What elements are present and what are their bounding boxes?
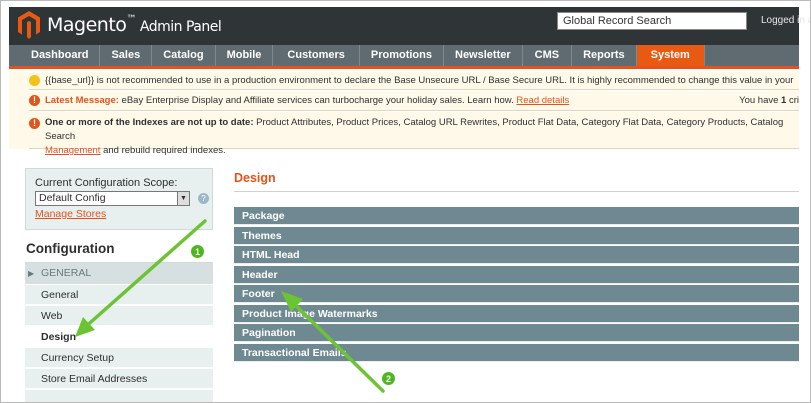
notice-strip <box>9 71 29 149</box>
sidebar-group-general[interactable]: ▶ GENERAL <box>25 263 213 284</box>
nav-mobile[interactable]: Mobile <box>216 45 274 66</box>
admin-header: Magento™Admin Panel Logged in a <box>9 7 810 45</box>
logged-in-label: Logged in a <box>761 15 811 26</box>
magento-logo-icon <box>18 11 40 39</box>
page-title: Design <box>234 171 276 185</box>
you-have-tail: cri <box>786 95 799 106</box>
chevron-down-icon: ▼ <box>177 192 189 205</box>
nav-reports[interactable]: Reports <box>572 45 637 66</box>
nav-customers[interactable]: Customers <box>273 45 360 66</box>
sidebar-item-currency-setup[interactable]: Currency Setup <box>25 348 213 368</box>
index-notice-label: One or more of the Indexes are not up to… <box>45 117 254 128</box>
nav-cms[interactable]: CMS <box>523 45 573 66</box>
section-themes[interactable]: Themes <box>234 227 799 245</box>
index-notice: ! One or more of the Indexes are not up … <box>29 112 799 156</box>
index-notice-tail: and rebuild required indexes. <box>100 145 226 156</box>
index-management-link[interactable]: Management <box>45 145 100 156</box>
section-package[interactable]: Package <box>234 207 799 225</box>
latest-message-notice: ! Latest Message: eBay Enterprise Displa… <box>29 91 799 111</box>
sidebar-item-partial <box>25 390 213 402</box>
you-have-text: You have <box>739 95 782 106</box>
nav-catalog[interactable]: Catalog <box>152 45 216 66</box>
section-header[interactable]: Header <box>234 266 799 284</box>
latest-message-label: Latest Message: <box>45 95 119 106</box>
latest-message-text: eBay Enterprise Display and Affiliate se… <box>118 95 517 106</box>
sidebar-item-store-email-addresses[interactable]: Store Email Addresses <box>25 369 213 389</box>
base-url-notice: {{base_url}} is not recommended to use i… <box>29 71 799 105</box>
section-product-image-watermarks[interactable]: Product Image Watermarks <box>234 305 799 323</box>
step-2-badge: 2 <box>381 371 396 386</box>
nav-dashboard[interactable]: Dashboard <box>9 45 101 66</box>
nav-newsletter[interactable]: Newsletter <box>444 45 523 66</box>
brand-name: Magento <box>47 14 127 36</box>
main-nav: Dashboard Sales Catalog Mobile Customers… <box>9 45 799 69</box>
section-footer[interactable]: Footer <box>234 285 799 303</box>
step-1-badge: 1 <box>190 244 205 259</box>
section-transactional-emails[interactable]: Transactional Emails <box>234 344 799 362</box>
alert-icon: ! <box>29 95 40 106</box>
app-subtitle: Admin Panel <box>139 19 222 35</box>
scope-label: Current Configuration Scope: <box>35 177 178 189</box>
config-scope-box: Current Configuration Scope: Default Con… <box>25 168 213 230</box>
title-divider <box>234 191 799 192</box>
section-html-head[interactable]: HTML Head <box>234 246 799 264</box>
lightbulb-icon <box>29 75 40 86</box>
section-pagination[interactable]: Pagination <box>234 324 799 342</box>
scope-selected-value: Default Config <box>39 192 106 204</box>
read-details-link[interactable]: Read details <box>516 95 569 106</box>
nav-promotions[interactable]: Promotions <box>360 45 444 66</box>
app-title: Magento™ Admin Panel <box>47 14 222 36</box>
sidebar-group-label: GENERAL <box>41 267 92 279</box>
sidebar-item-web[interactable]: Web <box>25 306 213 326</box>
screenshot-frame: Magento™Admin Panel Logged in a Dashboar… <box>0 0 811 403</box>
configuration-title: Configuration <box>25 237 213 263</box>
triangle-right-icon: ▶ <box>28 269 35 278</box>
global-search-input[interactable] <box>557 12 747 30</box>
sidebar-item-general[interactable]: General <box>25 285 213 305</box>
alert-icon: ! <box>29 118 40 129</box>
scope-select[interactable]: Default Config ▼ <box>35 191 190 206</box>
manage-stores-link[interactable]: Manage Stores <box>35 208 203 220</box>
sidebar-item-design[interactable]: Design <box>25 327 213 347</box>
nav-sales[interactable]: Sales <box>100 45 153 66</box>
critical-count: You have 1 cri <box>739 91 799 111</box>
help-icon[interactable]: ? <box>198 193 209 204</box>
nav-system[interactable]: System <box>636 45 705 66</box>
